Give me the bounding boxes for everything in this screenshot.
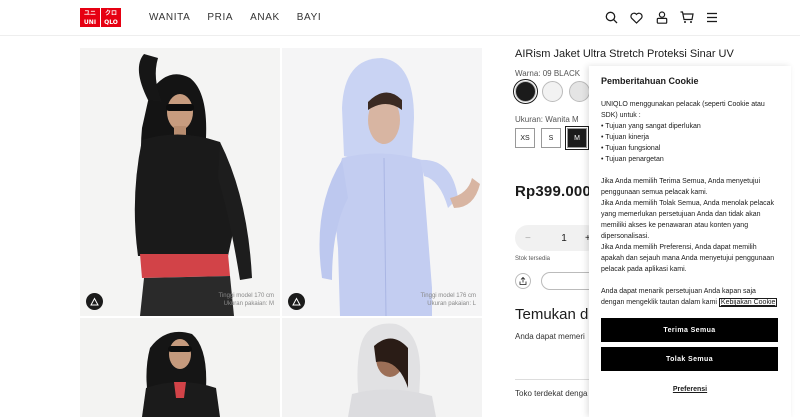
accept-all-button[interactable]: Terima Semua [601, 318, 778, 342]
zoom-button[interactable] [86, 293, 103, 310]
qty-decrease-button[interactable]: − [525, 233, 543, 244]
cookie-bullet: • Tujuan fungsional [601, 145, 661, 152]
find-in-store-title: Temukan di [515, 306, 592, 323]
menu-icon[interactable] [704, 10, 719, 25]
size-m[interactable]: M [565, 126, 589, 150]
model-caption: Tinggi model 170 cm Ukuran pakaian: M [218, 293, 274, 307]
cookie-withdraw-info: Anda dapat menarik persetujuan Anda kapa… [601, 288, 778, 307]
find-in-store-subtitle: Anda dapat memeri [515, 332, 585, 341]
share-button[interactable] [515, 273, 531, 289]
size-label: Ukuran: Wanita M [515, 115, 579, 124]
cart-icon[interactable] [679, 10, 694, 25]
header-icons [604, 10, 719, 25]
site-header: ユニ UNI クロ QLO WANITA PRIA ANAK BAYI [0, 0, 800, 36]
nav-wanita[interactable]: WANITA [149, 12, 190, 23]
cookie-notice-panel: Pemberitahuan Cookie UNIQLO menggunakan … [589, 66, 791, 417]
cookie-intro: UNIQLO menggunakan pelacak (seperti Cook… [601, 101, 765, 119]
cookie-bullet: • Tujuan kinerja [601, 134, 649, 141]
logo-block-1: ユニ UNI [80, 8, 100, 27]
product-image-3[interactable] [80, 318, 280, 417]
product-image-4[interactable] [282, 318, 482, 417]
zoom-button-2[interactable] [288, 293, 305, 310]
product-image-2[interactable]: Tinggi model 176 cm Ukuran pakaian: L [282, 48, 482, 316]
swatch-black[interactable] [513, 79, 538, 104]
search-icon[interactable] [604, 10, 619, 25]
divider [515, 379, 600, 380]
heart-icon[interactable] [629, 10, 644, 25]
share-icon [519, 277, 527, 285]
cookie-body: UNIQLO menggunakan pelacak (seperti Cook… [601, 99, 779, 308]
product-image-1[interactable]: Tinggi model 170 cm Ukuran pakaian: M [80, 48, 280, 316]
nav-pria[interactable]: PRIA [207, 12, 233, 23]
cookie-bullet: • Tujuan penargetan [601, 156, 664, 163]
nav-anak[interactable]: ANAK [250, 12, 280, 23]
uniqlo-logo[interactable]: ユニ UNI クロ QLO [80, 8, 121, 27]
zoom-icon [90, 297, 99, 306]
user-icon[interactable] [654, 10, 669, 25]
stock-status: Stok tersedia [515, 256, 551, 262]
cookie-reject-info: Jika Anda memilih Tolak Semua, Anda meno… [601, 200, 775, 240]
size-s[interactable]: S [541, 128, 561, 148]
product-title: AIRism Jaket Ultra Stretch Proteksi Sina… [515, 48, 734, 60]
cookie-title: Pemberitahuan Cookie [601, 76, 699, 86]
size-selector: XS S M [515, 126, 589, 150]
preferences-link[interactable]: Preferensi [601, 386, 779, 393]
logo-block-2: クロ QLO [101, 8, 121, 27]
cookie-bullet: • Tujuan yang sangat diperlukan [601, 123, 701, 130]
zoom-icon [292, 297, 301, 306]
nav-bayi[interactable]: BAYI [297, 12, 321, 23]
qty-value[interactable]: 1 [543, 233, 585, 244]
swatch-gray[interactable] [569, 81, 590, 102]
swatch-white[interactable] [542, 81, 563, 102]
cookie-policy-link[interactable]: Kebijakan Cookie [718, 298, 778, 307]
quantity-stepper: − 1 + [515, 225, 599, 251]
model-caption-2: Tinggi model 176 cm Ukuran pakaian: L [420, 293, 476, 307]
color-label: Warna: 09 BLACK [515, 69, 581, 78]
size-xs[interactable]: XS [515, 128, 535, 148]
color-swatches [513, 79, 590, 104]
product-price: Rp399.000 [515, 183, 592, 200]
main-nav: WANITA PRIA ANAK BAYI [149, 12, 321, 23]
reject-all-button[interactable]: Tolak Semua [601, 347, 778, 371]
nearest-store-link[interactable]: Toko terdekat denga [515, 389, 588, 398]
cookie-prefs-info: Jika Anda memilih Preferensi, Anda dapat… [601, 244, 775, 273]
cookie-accept-info: Jika Anda memilih Terima Semua, Anda men… [601, 178, 761, 196]
